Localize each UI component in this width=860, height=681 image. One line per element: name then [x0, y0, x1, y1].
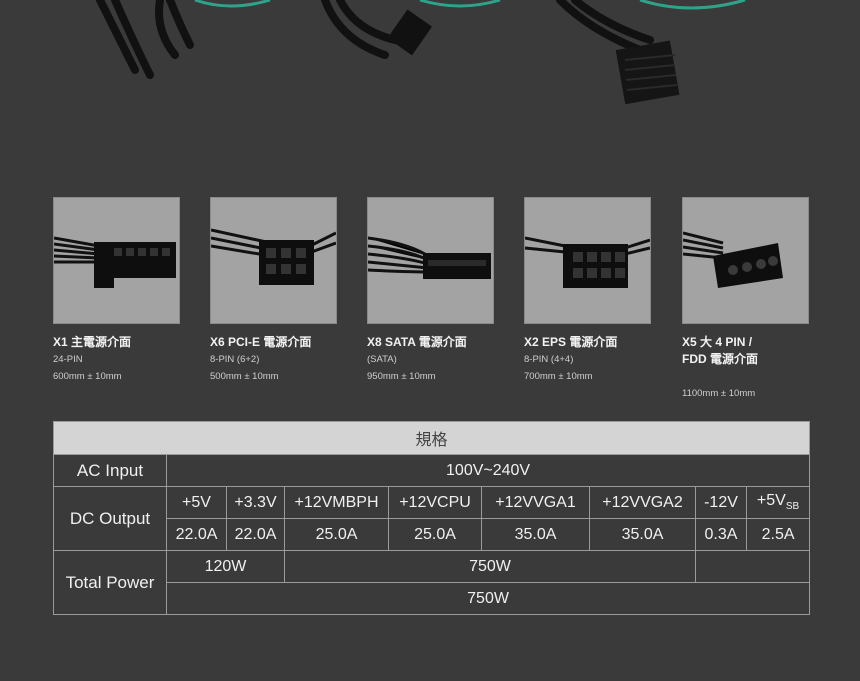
- cable-pin-spec: (SATA): [367, 354, 397, 365]
- cable-length: 950mm ± 10mm: [367, 371, 436, 382]
- rail-label-5vsb: +5VSB: [745, 486, 811, 519]
- cable-title: X2 EPS 電源介面: [524, 335, 618, 349]
- rail-label: +3.3V: [226, 486, 285, 519]
- rail-label: +12VVGA2: [589, 486, 696, 519]
- cable-length: 600mm ± 10mm: [53, 371, 122, 382]
- ac-input-value: 100V~240V: [165, 454, 811, 487]
- spec-header-row: 規格: [52, 421, 811, 455]
- dc-output-label: DC Output: [53, 486, 167, 551]
- cable-length: 700mm ± 10mm: [524, 371, 593, 382]
- rail-current: 25.0A: [388, 518, 482, 551]
- total-12v-750w: 750W: [284, 550, 696, 583]
- ac-input-row: AC Input 100V~240V: [53, 454, 811, 487]
- cable-24pin-photo: [53, 197, 180, 324]
- spec-table: 規格 AC Input 100V~240V DC Output +5V +3.3…: [52, 421, 811, 615]
- rail-label: +5V: [756, 492, 786, 510]
- cable-title: X5 大 4 PIN /: [682, 335, 753, 349]
- rail-label: -12V: [695, 486, 747, 519]
- total-combined-row: 750W: [54, 582, 811, 615]
- rail-subscript: SB: [785, 501, 800, 513]
- total-120w: 120W: [166, 550, 285, 583]
- rail-label: +12VVGA1: [481, 486, 590, 519]
- cable-list: X1 主電源介面 24-PIN 600mm ± 10mm X6 PCI-E 電源…: [53, 197, 810, 407]
- cable-card-molex: X5 大 4 PIN / FDD 電源介面 1100mm ± 10mm: [682, 197, 809, 402]
- cable-pcie-photo: [210, 197, 337, 324]
- ac-input-label: AC Input: [53, 454, 167, 487]
- rail-current: 22.0A: [166, 518, 227, 551]
- cable-pin-spec: 8-PIN (4+4): [524, 354, 574, 365]
- cable-length: 500mm ± 10mm: [210, 371, 279, 382]
- rail-label: +5V: [166, 486, 227, 519]
- cable-title: X6 PCI-E 電源介面: [210, 335, 312, 349]
- cable-molex-photo: [682, 197, 809, 324]
- rail-current: 35.0A: [589, 518, 696, 551]
- cable-card-pcie: X6 PCI-E 電源介面 8-PIN (6+2) 500mm ± 10mm: [210, 197, 337, 385]
- cable-card-sata: X8 SATA 電源介面 (SATA) 950mm ± 10mm: [367, 197, 494, 385]
- dc-currents-row: 22.0A 22.0A 25.0A 25.0A 35.0A 35.0A 0.3A…: [54, 518, 811, 551]
- rail-label: +12VMBPH: [284, 486, 389, 519]
- total-empty-cell: [694, 550, 811, 583]
- dc-rails-row: DC Output +5V +3.3V +12VMBPH +12VCPU +12…: [53, 486, 811, 551]
- cable-title: X8 SATA 電源介面: [367, 335, 467, 349]
- spec-header: 規格: [52, 421, 811, 455]
- cable-title-line2: FDD 電源介面: [682, 352, 758, 366]
- total-power-label: Total Power: [53, 550, 167, 615]
- rail-label: +12VCPU: [388, 486, 482, 519]
- cable-card-eps: X2 EPS 電源介面 8-PIN (4+4) 700mm ± 10mm: [524, 197, 651, 385]
- rail-current: 22.0A: [226, 518, 285, 551]
- cable-sata-photo: [367, 197, 494, 324]
- rail-current: 25.0A: [284, 518, 389, 551]
- cable-title: X1 主電源介面: [53, 335, 132, 349]
- total-power-row: Total Power 120W 750W: [53, 550, 811, 615]
- cable-eps-photo: [524, 197, 651, 324]
- cable-pin-spec: 8-PIN (6+2): [210, 354, 260, 365]
- cable-card-24pin: X1 主電源介面 24-PIN 600mm ± 10mm: [53, 197, 180, 385]
- cable-length: 1100mm ± 10mm: [682, 388, 756, 399]
- total-combined-750w: 750W: [165, 582, 811, 615]
- rail-current: 35.0A: [481, 518, 590, 551]
- rail-current: 2.5A: [745, 518, 811, 551]
- rail-current: 0.3A: [695, 518, 747, 551]
- cable-pin-spec: 24-PIN: [53, 354, 83, 365]
- cable-bundle-photo: [96, 0, 746, 105]
